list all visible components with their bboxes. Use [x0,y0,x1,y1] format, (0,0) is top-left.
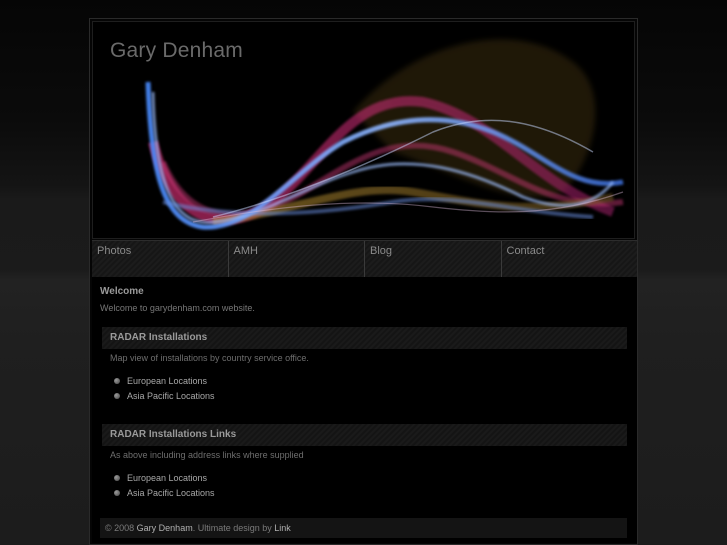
nav-item-photos[interactable]: Photos [92,241,229,277]
welcome-text: Welcome to garydenham.com website. [100,303,255,313]
nav-item-blog[interactable]: Blog [365,241,502,277]
list-item[interactable]: Asia Pacific Locations [114,388,627,403]
footer: © 2008 Gary Denham. Ultimate design by L… [100,518,627,538]
main-nav: Photos AMH Blog Contact [92,240,637,277]
site-title: Gary Denham [110,39,243,62]
copyright-text: © 2008 [105,523,135,533]
link-asia-pacific-locations[interactable]: Asia Pacific Locations [127,391,215,401]
list-item[interactable]: European Locations [114,470,627,485]
bullet-icon [114,489,120,496]
author-link[interactable]: Gary Denham [137,523,193,533]
bullet-icon [114,474,120,481]
design-link[interactable]: Link [274,523,291,533]
header-banner: Gary Denham [92,21,635,239]
welcome-heading: Welcome [100,286,144,297]
page-container: Gary Denham Photos AMH Blog Contact Welc… [89,18,638,545]
bullet-icon [114,377,120,384]
nav-item-contact[interactable]: Contact [502,241,638,277]
section-heading: RADAR Installations Links [102,424,627,446]
list-item[interactable]: Asia Pacific Locations [114,485,627,500]
list-item[interactable]: European Locations [114,373,627,388]
bullet-icon [114,392,120,399]
link-list: European Locations Asia Pacific Location… [102,470,627,500]
section-description: As above including address links where s… [110,450,304,460]
link-list: European Locations Asia Pacific Location… [102,373,627,403]
section-heading: RADAR Installations [102,327,627,349]
radar-installations-section: RADAR Installations Map view of installa… [102,327,627,403]
main-content: Welcome Welcome to garydenham.com websit… [92,277,637,543]
link-asia-pacific-locations[interactable]: Asia Pacific Locations [127,488,215,498]
link-european-locations[interactable]: European Locations [127,473,207,483]
footer-design-text: . Ultimate design by [192,523,272,533]
link-european-locations[interactable]: European Locations [127,376,207,386]
radar-installations-links-section: RADAR Installations Links As above inclu… [102,424,627,500]
nav-item-amh[interactable]: AMH [229,241,365,277]
section-description: Map view of installations by country ser… [110,353,309,363]
